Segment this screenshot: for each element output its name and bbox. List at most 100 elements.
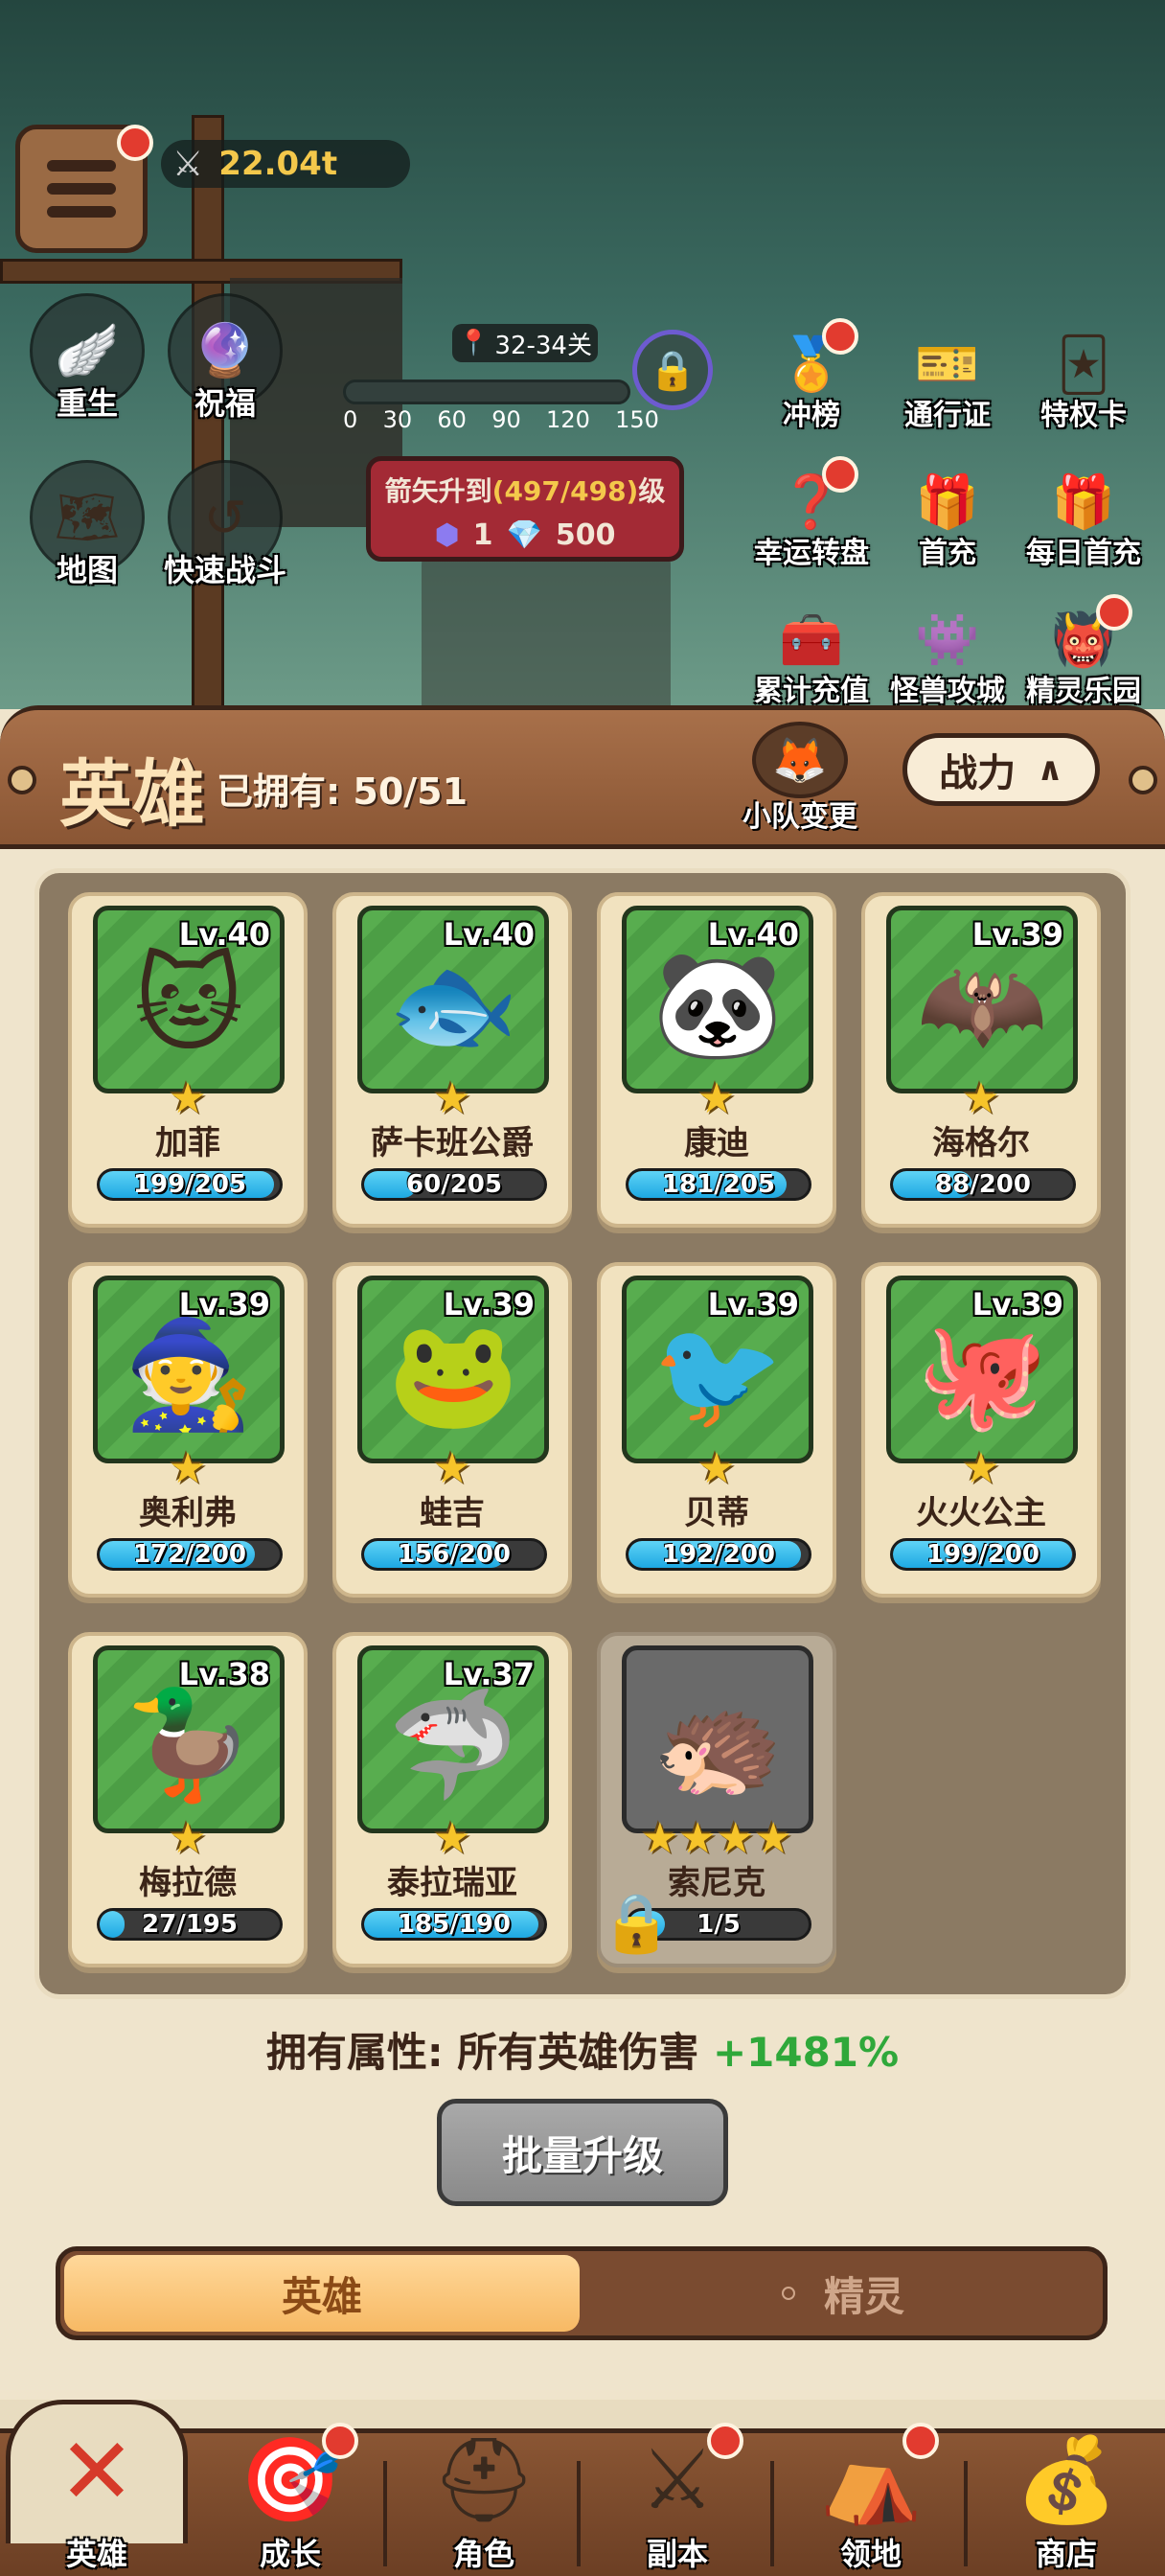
hero-spirit-toggle: 英雄 精灵 bbox=[56, 2246, 1108, 2340]
chevron-up-icon: ∧ bbox=[1037, 750, 1063, 789]
tab-dungeon[interactable]: ⚔ 副本 bbox=[581, 2423, 774, 2576]
team-change-button[interactable]: 🦊 小队变更 bbox=[738, 722, 862, 835]
sort-by-power-button[interactable]: 战力 ∧ bbox=[902, 733, 1100, 806]
team-avatar-icon: 🦊 bbox=[752, 722, 848, 798]
toggle-spirit-label: 精灵 bbox=[823, 2272, 904, 2320]
purple-gem-cost: 1 bbox=[472, 518, 493, 552]
stage-ticks: 0 30 60 90 120 150 bbox=[343, 406, 659, 433]
owned-attribute-label: 拥有属性: 所有英雄伤害 bbox=[265, 2029, 713, 2076]
arrow-upgrade-prefix: 箭矢升到 bbox=[384, 475, 492, 507]
arrow-upgrade-panel[interactable]: 箭矢升到(497/498)级 ⬢ 1 💎 500 bbox=[366, 456, 684, 562]
hero-face-icon: 🦈 bbox=[387, 1683, 519, 1806]
stage-label: 32-34关 bbox=[494, 331, 592, 360]
hero-shard-progress-text: 27/195 bbox=[142, 1910, 238, 1939]
first-recharge-button[interactable]: 🎁 首充 bbox=[876, 456, 1019, 571]
toggle-spirit[interactable]: 精灵 bbox=[585, 2255, 1101, 2332]
cumulative-recharge-button[interactable]: 🧰 累计充值 bbox=[740, 594, 883, 709]
stage-reward-lock-button[interactable]: 🔒 bbox=[632, 330, 713, 410]
tab-heroes-label: 英雄 bbox=[65, 2536, 127, 2572]
arrow-upgrade-text: 箭矢升到(497/498)级 bbox=[371, 471, 679, 509]
hero-card[interactable]: 🦆 Lv.38 ★ 梅拉德 27/195 bbox=[68, 1632, 308, 1967]
hero-face-icon: 🐱 bbox=[133, 943, 244, 1066]
hero-card[interactable]: 🧙 Lv.39 ★ 奥利弗 172/200 bbox=[68, 1262, 308, 1598]
hero-card[interactable]: 🦔 ★★★★ 索尼克 1/5 🔒 bbox=[597, 1632, 836, 1967]
spirit-park-notification-dot bbox=[1096, 594, 1132, 631]
hero-level: Lv.38 bbox=[178, 1656, 270, 1692]
rebirth-button[interactable]: 🪽 重生 bbox=[15, 293, 159, 424]
hero-name: 贝蒂 bbox=[684, 1494, 749, 1532]
tab-character[interactable]: ⛑ 角色 bbox=[387, 2423, 581, 2576]
swords-icon: ⚔ bbox=[640, 2432, 715, 2528]
hero-face-icon: 🦇 bbox=[916, 943, 1048, 1066]
hero-card[interactable]: 🐙 Lv.39 ★ 火火公主 199/200 bbox=[861, 1262, 1101, 1598]
hero-card[interactable]: 🦈 Lv.37 ★ 泰拉瑞亚 185/190 bbox=[332, 1632, 572, 1967]
hero-shard-progress: 172/200 bbox=[97, 1538, 283, 1571]
bottom-tab-bar: ✕ 英雄 🎯 成长 ⛑ 角色 ⚔ 副本 ⛺ 领地 💰 商店 bbox=[0, 2400, 1165, 2576]
rebirth-label: 重生 bbox=[56, 385, 118, 422]
hero-level: Lv.40 bbox=[443, 916, 535, 953]
header-nail bbox=[8, 766, 36, 794]
blessing-button[interactable]: 🔮 祝福 bbox=[153, 293, 297, 424]
hero-level: Lv.39 bbox=[707, 1286, 799, 1322]
first-recharge-label: 首充 bbox=[919, 537, 976, 570]
team-change-label: 小队变更 bbox=[742, 800, 857, 834]
hero-card[interactable]: 🐱 Lv.40 ★ 加菲 199/205 bbox=[68, 892, 308, 1228]
hero-card[interactable]: 🦇 Lv.39 ★ 海格尔 88/200 bbox=[861, 892, 1101, 1228]
location-pin-icon: 📍 bbox=[458, 329, 490, 357]
stage-tick: 30 bbox=[382, 406, 413, 433]
hero-portrait: 🐸 Lv.39 bbox=[357, 1276, 549, 1463]
header-nail bbox=[1129, 766, 1157, 794]
hero-portrait: 🐱 Lv.40 bbox=[93, 906, 285, 1093]
tab-shop[interactable]: 💰 商店 bbox=[968, 2423, 1165, 2576]
hero-shard-progress: 88/200 bbox=[890, 1168, 1076, 1201]
hero-face-icon: 🐟 bbox=[387, 943, 519, 1066]
hero-portrait: 🐟 Lv.40 bbox=[357, 906, 549, 1093]
quick-battle-button[interactable]: ↺ 快速战斗 bbox=[153, 460, 297, 590]
tab-heroes[interactable]: ✕ 英雄 bbox=[0, 2400, 194, 2576]
stage-progress-bar bbox=[343, 380, 630, 404]
stage-indicator: 📍 32-34关 bbox=[452, 324, 598, 362]
batch-upgrade-button[interactable]: 批量升级 bbox=[437, 2099, 728, 2206]
battle-pass-button[interactable]: 🎫 通行证 bbox=[876, 318, 1019, 433]
lucky-wheel-button[interactable]: ❓ 幸运转盘 bbox=[740, 456, 883, 571]
daily-first-recharge-button[interactable]: 🎁 每日首充 bbox=[1012, 456, 1155, 571]
hero-card[interactable]: 🐼 Lv.40 ★ 康迪 181/205 bbox=[597, 892, 836, 1228]
hero-level: Lv.39 bbox=[443, 1286, 535, 1322]
tab-growth[interactable]: 🎯 成长 bbox=[194, 2423, 387, 2576]
hero-shard-progress-text: 172/200 bbox=[132, 1540, 247, 1569]
tab-territory[interactable]: ⛺ 领地 bbox=[774, 2423, 968, 2576]
hero-portrait: 🐙 Lv.39 bbox=[886, 1276, 1078, 1463]
map-button[interactable]: 🗺 地图 bbox=[15, 460, 159, 590]
ranking-label: 冲榜 bbox=[783, 399, 840, 432]
blessing-label: 祝福 bbox=[194, 385, 256, 422]
tab-shop-label: 商店 bbox=[1035, 2536, 1097, 2572]
hero-card[interactable]: 🐸 Lv.39 ★ 蛙吉 156/200 bbox=[332, 1262, 572, 1598]
stage-tick: 150 bbox=[615, 406, 659, 433]
hero-shard-progress: 199/205 bbox=[97, 1168, 283, 1201]
stage-tick: 0 bbox=[343, 406, 358, 433]
spirit-park-button[interactable]: 👹 精灵乐园 bbox=[1012, 594, 1155, 709]
privilege-card-button[interactable]: 🃏 特权卡 bbox=[1012, 318, 1155, 433]
battle-pass-label: 通行证 bbox=[904, 399, 991, 432]
ranking-button[interactable]: 🏅 冲榜 bbox=[740, 318, 883, 433]
hero-shard-progress: 199/200 bbox=[890, 1538, 1076, 1571]
menu-line-icon bbox=[47, 206, 116, 218]
hero-shard-progress-text: 185/190 bbox=[397, 1910, 512, 1939]
hero-portrait: 🦈 Lv.37 bbox=[357, 1645, 549, 1833]
helmet-icon: ⛑ bbox=[431, 2432, 537, 2528]
hero-name: 蛙吉 bbox=[420, 1494, 485, 1532]
hero-shard-progress-text: 88/200 bbox=[935, 1170, 1031, 1199]
cumulative-recharge-label: 累计充值 bbox=[754, 675, 869, 708]
monster-siege-button[interactable]: 👾 怪兽攻城 bbox=[876, 594, 1019, 709]
radio-dot-icon bbox=[781, 2287, 795, 2300]
hero-shard-progress-text: 156/200 bbox=[397, 1540, 512, 1569]
hero-face-icon: 🦆 bbox=[123, 1683, 255, 1806]
hero-portrait: 🦆 Lv.38 bbox=[93, 1645, 285, 1833]
crossed-swords-icon: ⚔ bbox=[172, 144, 204, 184]
toggle-hero[interactable]: 英雄 bbox=[64, 2255, 580, 2332]
hero-card[interactable]: 🐦 Lv.39 ★ 贝蒂 192/200 bbox=[597, 1262, 836, 1598]
hero-face-icon: 🐙 bbox=[916, 1313, 1048, 1436]
combat-power-display: ⚔ 22.04t bbox=[161, 140, 410, 188]
hero-card[interactable]: 🐟 Lv.40 ★ 萨卡班公爵 60/205 bbox=[332, 892, 572, 1228]
padlock-icon: 🔒 bbox=[601, 1890, 673, 1957]
